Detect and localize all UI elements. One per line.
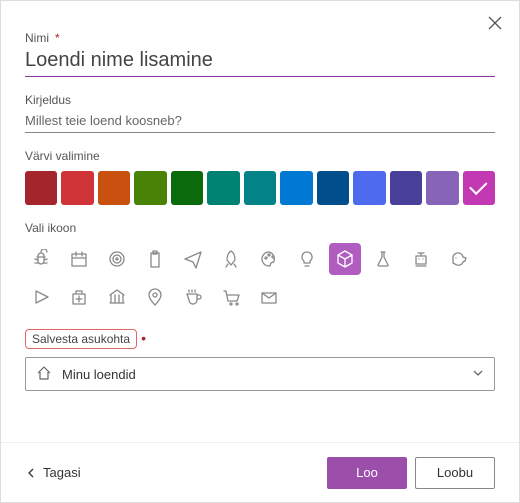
location-icon bbox=[145, 287, 165, 307]
name-label: Nimi* bbox=[25, 31, 495, 45]
color-swatch-blue[interactable] bbox=[280, 171, 312, 205]
color-swatch-orange[interactable] bbox=[98, 171, 130, 205]
description-input[interactable] bbox=[25, 111, 495, 133]
icon-section: Vali ikoon bbox=[25, 221, 495, 313]
color-section-title: Värvi valimine bbox=[25, 149, 495, 163]
color-swatch-violet[interactable] bbox=[390, 171, 422, 205]
icon-grid bbox=[25, 243, 495, 313]
icon-option-airplane[interactable] bbox=[177, 243, 209, 275]
description-label: Kirjeldus bbox=[25, 93, 495, 107]
icon-option-calendar[interactable] bbox=[63, 243, 95, 275]
icon-option-coffee[interactable] bbox=[177, 281, 209, 313]
home-icon bbox=[36, 365, 52, 384]
color-swatch-indigo[interactable] bbox=[353, 171, 385, 205]
lightbulb-icon bbox=[297, 249, 317, 269]
create-button[interactable]: Loo bbox=[327, 457, 407, 489]
calendar-icon bbox=[69, 249, 89, 269]
icon-section-title: Vali ikoon bbox=[25, 221, 495, 235]
airplane-icon bbox=[183, 249, 203, 269]
firstaid-icon bbox=[69, 287, 89, 307]
color-swatch-cyan[interactable] bbox=[244, 171, 276, 205]
create-list-dialog: Nimi* Kirjeldus Värvi valimine Vali ikoo… bbox=[0, 0, 520, 503]
icon-option-piggybank[interactable] bbox=[443, 243, 475, 275]
icon-option-cart[interactable] bbox=[215, 281, 247, 313]
color-swatch-magenta[interactable] bbox=[463, 171, 495, 205]
bug-icon bbox=[31, 249, 51, 269]
color-section: Värvi valimine bbox=[25, 149, 495, 205]
close-button[interactable] bbox=[483, 11, 507, 35]
mail-icon bbox=[259, 287, 279, 307]
name-input[interactable] bbox=[25, 47, 495, 77]
icon-option-clipboard[interactable] bbox=[139, 243, 171, 275]
location-selected-value: Minu loendid bbox=[62, 367, 136, 382]
icon-option-play[interactable] bbox=[25, 281, 57, 313]
chevron-down-icon bbox=[472, 367, 484, 382]
name-field: Nimi* bbox=[25, 31, 495, 77]
color-swatch-green[interactable] bbox=[171, 171, 203, 205]
cancel-button[interactable]: Loobu bbox=[415, 457, 495, 489]
color-swatch-dark-blue[interactable] bbox=[317, 171, 349, 205]
color-swatch-row bbox=[25, 171, 495, 205]
robot-icon bbox=[411, 249, 431, 269]
description-field: Kirjeldus bbox=[25, 93, 495, 133]
color-swatch-purple[interactable] bbox=[426, 171, 458, 205]
piggybank-icon bbox=[449, 249, 469, 269]
chevron-left-icon bbox=[25, 467, 37, 479]
back-button[interactable]: Tagasi bbox=[25, 465, 81, 480]
icon-option-bug[interactable] bbox=[25, 243, 57, 275]
icon-option-target[interactable] bbox=[101, 243, 133, 275]
color-swatch-red[interactable] bbox=[61, 171, 93, 205]
bank-icon bbox=[107, 287, 127, 307]
cart-icon bbox=[221, 287, 241, 307]
icon-option-firstaid[interactable] bbox=[63, 281, 95, 313]
rocket-icon bbox=[221, 249, 241, 269]
icon-option-flask[interactable] bbox=[367, 243, 399, 275]
icon-option-cube[interactable] bbox=[329, 243, 361, 275]
icon-option-palette[interactable] bbox=[253, 243, 285, 275]
location-dropdown[interactable]: Minu loendid bbox=[25, 357, 495, 391]
save-location-label: Salvesta asukohta bbox=[25, 329, 137, 349]
color-swatch-olive[interactable] bbox=[134, 171, 166, 205]
icon-option-robot[interactable] bbox=[405, 243, 437, 275]
dialog-footer: Tagasi Loo Loobu bbox=[1, 442, 519, 502]
color-swatch-teal[interactable] bbox=[207, 171, 239, 205]
icon-option-bank[interactable] bbox=[101, 281, 133, 313]
target-icon bbox=[107, 249, 127, 269]
icon-option-lightbulb[interactable] bbox=[291, 243, 323, 275]
flask-icon bbox=[373, 249, 393, 269]
play-icon bbox=[31, 287, 51, 307]
icon-option-rocket[interactable] bbox=[215, 243, 247, 275]
icon-option-location[interactable] bbox=[139, 281, 171, 313]
required-indicator: • bbox=[141, 330, 146, 346]
back-label: Tagasi bbox=[43, 465, 81, 480]
coffee-icon bbox=[183, 287, 203, 307]
icon-option-mail[interactable] bbox=[253, 281, 285, 313]
clipboard-icon bbox=[145, 249, 165, 269]
color-swatch-dark-red[interactable] bbox=[25, 171, 57, 205]
cube-icon bbox=[335, 249, 355, 269]
save-location-section: Salvesta asukohta • Minu loendid bbox=[25, 329, 495, 391]
close-icon bbox=[488, 16, 502, 30]
palette-icon bbox=[259, 249, 279, 269]
